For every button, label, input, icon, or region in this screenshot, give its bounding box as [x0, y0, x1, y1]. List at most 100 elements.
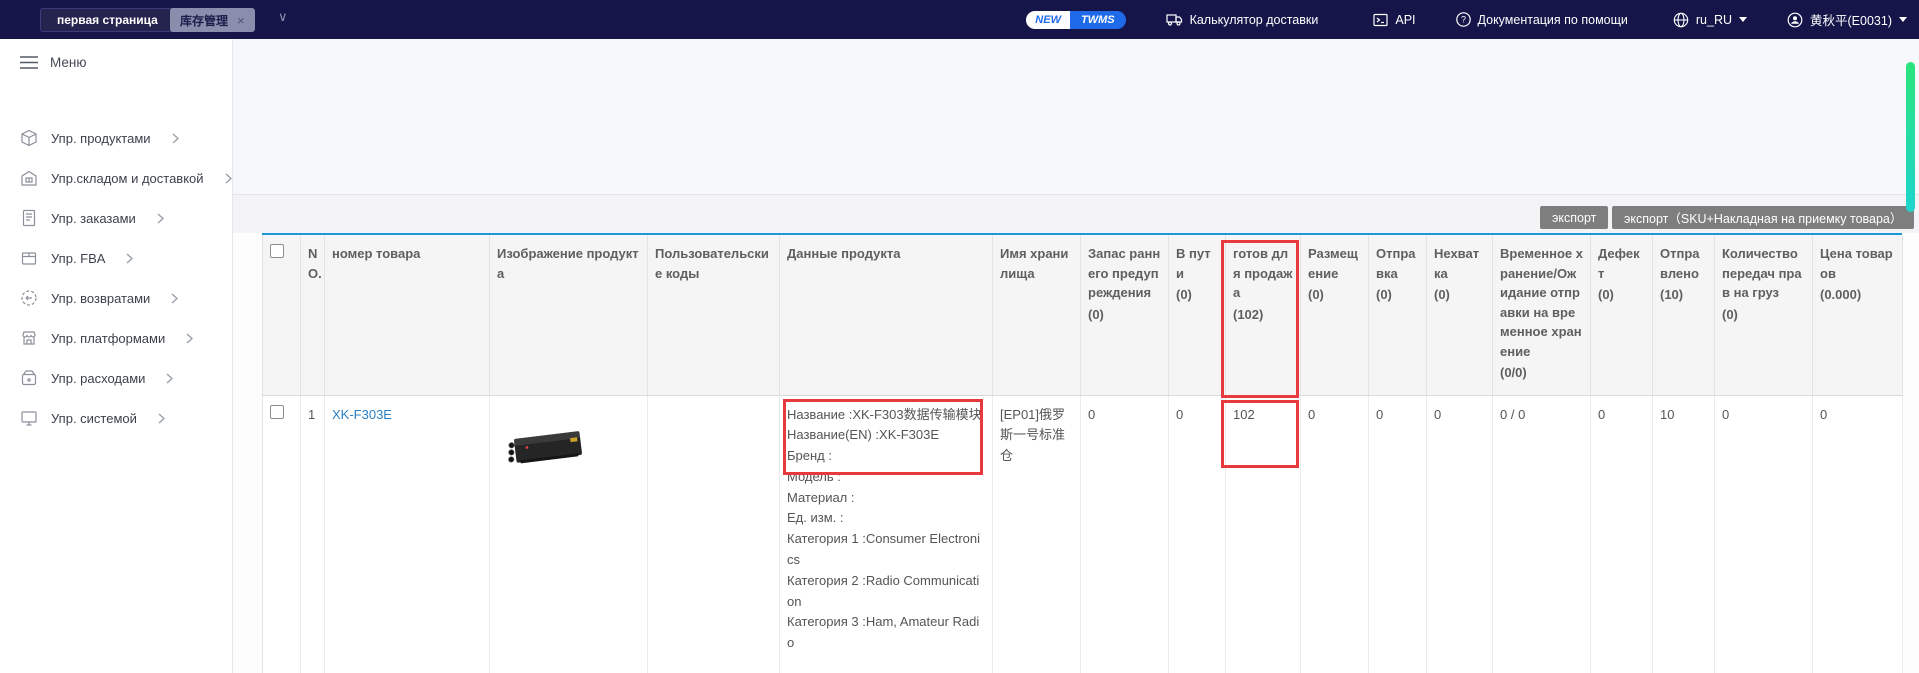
column-label: В пути	[1176, 244, 1218, 283]
table-header-row: NO.номер товараИзображение продуктаПольз…	[263, 235, 1903, 395]
value-cell: 0	[1813, 395, 1903, 673]
table-header-cell: Временное хранение/Ожидание отправки на …	[1493, 235, 1591, 395]
column-label: Пользовательские коды	[655, 244, 772, 283]
shipping-calculator-link[interactable]: Калькулятор доставки	[1166, 12, 1319, 27]
sidebar-item-returns[interactable]: Упр. возвратами	[20, 289, 178, 307]
expenses-icon	[20, 369, 38, 387]
warehouse-name-cell: [EP01]俄罗斯一号标准仓	[993, 395, 1081, 673]
value-cell: 0	[1169, 395, 1226, 673]
sidebar-item-fba[interactable]: Упр. FBA	[20, 249, 133, 267]
table-header-cell: Отправлено(10)	[1653, 235, 1715, 395]
sidebar-item-label: Упр. системой	[51, 411, 137, 426]
export-button[interactable]: экспорт	[1540, 206, 1608, 229]
column-label: Цена товаров	[1820, 244, 1895, 283]
truck-icon	[1166, 12, 1183, 27]
column-label: Отправка	[1376, 244, 1419, 283]
table-header-cell: Отправка(0)	[1369, 235, 1427, 395]
orders-icon	[20, 209, 38, 227]
chevron-right-icon	[157, 213, 164, 224]
column-label: Отправлено	[1660, 244, 1707, 283]
column-label: Имя хранилища	[1000, 244, 1073, 283]
sidebar-item-label: Упр. FBA	[51, 251, 105, 266]
app-root: первая страница 库存管理 × ∨ NEW TWMS Кальку…	[0, 0, 1919, 673]
column-label: Размещение	[1308, 244, 1361, 283]
chevron-right-icon	[126, 253, 133, 264]
column-label: Временное хранение/Ожидание отправки на …	[1500, 244, 1583, 361]
chevron-right-icon	[186, 333, 193, 344]
value-cell: 0	[1591, 395, 1653, 673]
product-detail-line: Название :XK-F303数据传输模块	[787, 405, 985, 426]
scrollbar-thumb[interactable]	[1906, 62, 1915, 212]
menu-toggle[interactable]: Меню	[20, 55, 87, 70]
sidebar-item-platforms[interactable]: Упр. платформами	[20, 329, 193, 347]
sidebar-item-products[interactable]: Упр. продуктами	[20, 129, 179, 147]
column-count: (0)	[1088, 305, 1161, 325]
value-cell: 102	[1226, 395, 1301, 673]
product-image[interactable]	[497, 405, 597, 485]
table-header-cell: Дефект(0)	[1591, 235, 1653, 395]
sidebar-item-orders[interactable]: Упр. заказами	[20, 209, 164, 227]
value-cell: 10	[1653, 395, 1715, 673]
value-cell: 0	[1715, 395, 1813, 673]
table-row: 1XK-F303EНазвание :XK-F303数据传输模块Название…	[263, 395, 1903, 673]
sidebar-item-warehouse-delivery[interactable]: Упр.складом и доставкой	[20, 169, 232, 187]
api-link[interactable]: API	[1373, 13, 1415, 27]
topbar-menu: NEW TWMS Калькулятор доставки API ?	[1026, 0, 1907, 39]
select-all-checkbox[interactable]	[270, 244, 284, 258]
sidebar-item-label: Упр. заказами	[51, 211, 136, 226]
language-selector[interactable]: ru_RU	[1673, 12, 1747, 28]
top-navigation-bar: первая страница 库存管理 × ∨ NEW TWMS Кальку…	[0, 0, 1919, 39]
chevron-right-icon	[171, 293, 178, 304]
column-label: Нехватка	[1434, 244, 1485, 283]
row-checkbox[interactable]	[270, 405, 284, 419]
product-detail-line: Категория 3 :Ham, Amateur Radio	[787, 612, 985, 654]
tab-inventory-management[interactable]: 库存管理 ×	[170, 8, 255, 32]
table-header-cell: NO.	[301, 235, 325, 395]
user-menu[interactable]: 黄秋平(E0031)	[1787, 10, 1907, 29]
row-select-cell	[263, 395, 301, 673]
shipping-calculator-label: Калькулятор доставки	[1190, 13, 1319, 27]
product-code-link[interactable]: XK-F303E	[332, 407, 392, 422]
sidebar-item-label: Упр. возвратами	[51, 291, 150, 306]
globe-icon	[1673, 12, 1689, 28]
chevron-down-icon[interactable]: ∨	[278, 9, 288, 25]
product-detail-line: Категория 2 :Radio Communication	[787, 571, 985, 613]
export-sku-button[interactable]: экспорт（SKU+Накладная на приемку товара）	[1612, 206, 1914, 229]
column-label: NO.	[308, 244, 317, 283]
column-count: (0)	[1434, 285, 1485, 305]
chevron-down-icon	[1739, 17, 1747, 22]
column-label: Количество передач прав на груз	[1722, 244, 1805, 303]
table-header-cell: Размещение(0)	[1301, 235, 1369, 395]
product-detail-line: Название(EN) :XK-F303E	[787, 425, 985, 446]
sidebar-item-expenses[interactable]: Упр. расходами	[20, 369, 173, 387]
sidebar-item-label: Упр.складом и доставкой	[51, 171, 204, 186]
chevron-right-icon	[158, 413, 165, 424]
column-count: (0.000)	[1820, 285, 1895, 305]
tab-first-page[interactable]: первая страница	[40, 8, 175, 32]
value-cell: 0	[1427, 395, 1493, 673]
user-name-label: 黄秋平(E0031)	[1810, 10, 1892, 29]
terminal-icon	[1373, 13, 1388, 27]
product-detail-line: Ед. изм. :	[787, 508, 985, 529]
product-detail-line: Бренд :	[787, 446, 985, 467]
svg-text:?: ?	[1461, 15, 1466, 25]
new-twms-badge[interactable]: NEW TWMS	[1026, 11, 1125, 29]
close-icon[interactable]: ×	[237, 13, 245, 28]
tab-label: 库存管理	[180, 12, 228, 29]
column-label: Изображение продукта	[497, 244, 640, 283]
warehouse-delivery-icon	[20, 169, 38, 187]
chevron-down-icon	[1899, 17, 1907, 22]
value-cell: 0 / 0	[1493, 395, 1591, 673]
fba-icon	[20, 249, 38, 267]
table-header-cell: Количество передач прав на груз(0)	[1715, 235, 1813, 395]
inventory-table-container: NO.номер товараИзображение продуктаПольз…	[262, 233, 1902, 673]
table-header-cell: Цена товаров(0.000)	[1813, 235, 1903, 395]
help-docs-link[interactable]: ? Документация по помощи	[1456, 12, 1628, 27]
system-icon	[20, 409, 38, 427]
value-cell: 0	[1369, 395, 1427, 673]
sidebar-item-system[interactable]: Упр. системой	[20, 409, 165, 427]
question-circle-icon: ?	[1456, 12, 1471, 27]
column-count: (0/0)	[1500, 363, 1583, 383]
value-cell: 0	[1301, 395, 1369, 673]
product-image-cell	[490, 395, 648, 673]
